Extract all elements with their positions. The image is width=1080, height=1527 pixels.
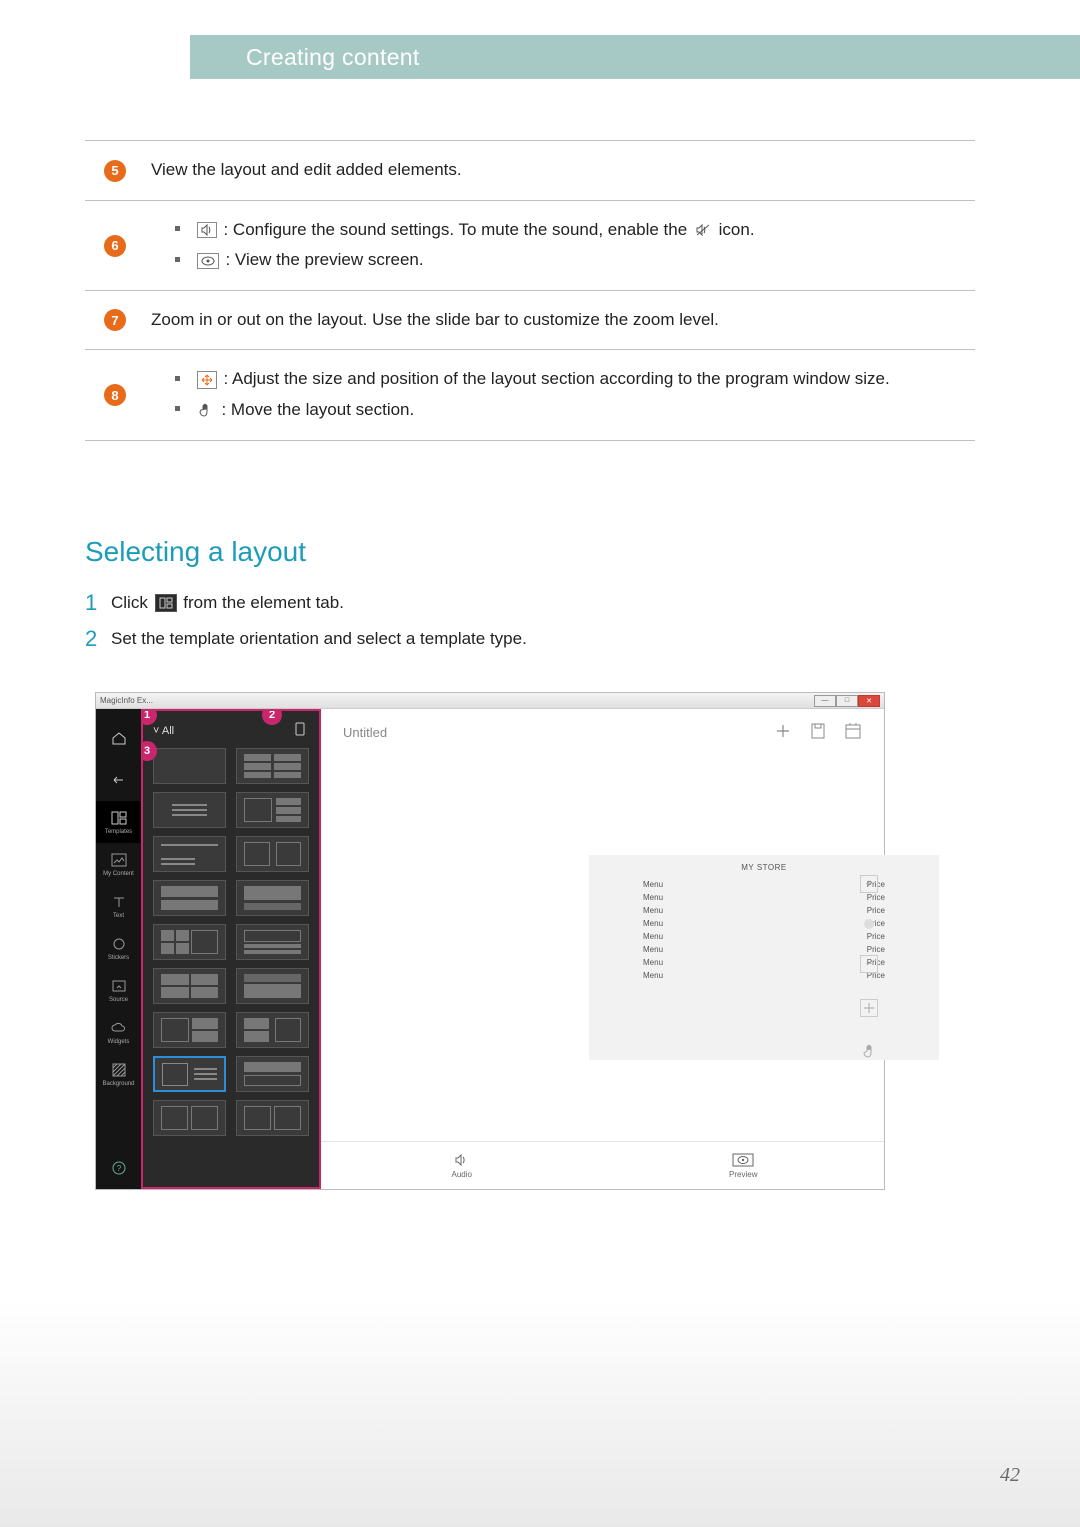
sidebar-mycontent[interactable]: My Content	[96, 843, 141, 885]
window-close-button[interactable]: ✕	[858, 695, 880, 707]
background-icon	[110, 1061, 128, 1079]
template-item[interactable]	[236, 792, 309, 828]
window-max-button[interactable]: □	[836, 695, 858, 707]
pan-button[interactable]	[862, 1043, 876, 1064]
legend-row-5: 5 View the layout and edit added element…	[85, 141, 975, 201]
template-item[interactable]	[236, 748, 309, 784]
templates-panel: 1 2 3 ˅ All	[141, 709, 321, 1189]
sidebar-background[interactable]: Background	[96, 1053, 141, 1095]
cloud-icon	[110, 1019, 128, 1037]
legend-row-8: 8 : Adjust the size and position of the …	[85, 350, 975, 440]
template-item[interactable]	[153, 924, 226, 960]
preview-icon	[197, 253, 219, 269]
sidebar-back[interactable]	[96, 759, 141, 801]
template-item[interactable]	[153, 1100, 226, 1136]
badge-8: 8	[104, 384, 126, 406]
template-item[interactable]	[236, 924, 309, 960]
template-item[interactable]	[236, 880, 309, 916]
sticker-icon	[110, 935, 128, 953]
template-item[interactable]	[153, 792, 226, 828]
zoom-slider-thumb[interactable]	[864, 919, 874, 929]
badge-7: 7	[104, 309, 126, 331]
badge-5: 5	[104, 160, 126, 182]
schedule-button[interactable]	[844, 722, 862, 743]
sidebar-home[interactable]	[96, 717, 141, 759]
element-sidebar: Templates My Content Text Stickers Sourc…	[96, 709, 141, 1189]
template-item[interactable]	[153, 968, 226, 1004]
fit-button[interactable]	[860, 999, 878, 1017]
section-heading: Selecting a layout	[85, 536, 975, 568]
sidebar-templates[interactable]: Templates	[96, 801, 141, 843]
sidebar-stickers[interactable]: Stickers	[96, 927, 141, 969]
template-item[interactable]	[153, 748, 226, 784]
step-1: 1 Click from the element tab.	[85, 590, 975, 616]
sidebar-source[interactable]: Source	[96, 969, 141, 1011]
text-icon	[110, 893, 128, 911]
template-item[interactable]	[236, 1012, 309, 1048]
filter-all[interactable]: ˅ All	[153, 725, 174, 737]
preview-section[interactable]: Preview	[603, 1153, 885, 1179]
templates-grid	[143, 748, 319, 1136]
sidebar-help[interactable]: ?	[96, 1147, 141, 1189]
canvas-area: Untitled MY STORE MenuPrice MenuPrice Me…	[321, 709, 884, 1189]
layout-preview: MY STORE MenuPrice MenuPrice MenuPrice M…	[589, 855, 939, 1060]
legend-row-6: 6 : Configure the sound settings. To mut…	[85, 200, 975, 290]
help-icon: ?	[110, 1159, 128, 1177]
app-screenshot: MagicInfo Ex... — □ ✕ Templates My Conte…	[95, 692, 885, 1190]
sound-icon	[197, 222, 217, 238]
zoom-rail: + −	[860, 875, 878, 1064]
legend-row-7: 7 Zoom in or out on the layout. Use the …	[85, 290, 975, 350]
audio-section[interactable]: Audio	[321, 1153, 603, 1179]
template-item[interactable]	[236, 1100, 309, 1136]
image-icon	[110, 851, 128, 869]
templates-tab-icon	[155, 594, 177, 612]
source-icon	[110, 977, 128, 995]
badge-6: 6	[104, 235, 126, 257]
tab-accent	[190, 35, 218, 79]
zoom-out-button[interactable]: −	[860, 955, 878, 973]
orientation-icon[interactable]	[293, 721, 309, 740]
preview-btn-icon	[732, 1153, 754, 1167]
document-title: Untitled	[343, 725, 387, 740]
legend-7-text: Zoom in or out on the layout. Use the sl…	[145, 290, 975, 350]
hand-icon	[197, 401, 215, 419]
sidebar-text[interactable]: Text	[96, 885, 141, 927]
mute-icon	[694, 222, 712, 238]
home-icon	[110, 729, 128, 747]
template-item[interactable]	[153, 880, 226, 916]
templates-icon	[110, 809, 128, 827]
svg-text:?: ?	[116, 1164, 121, 1173]
back-icon	[110, 771, 128, 789]
window-min-button[interactable]: —	[814, 695, 836, 707]
page-number: 42	[1000, 1464, 1020, 1487]
audio-icon	[453, 1153, 471, 1167]
zoom-in-button[interactable]: +	[860, 875, 878, 893]
legend-5-text: View the layout and edit added elements.	[145, 141, 975, 201]
template-item[interactable]	[236, 968, 309, 1004]
legend-table: 5 View the layout and edit added element…	[85, 140, 975, 441]
page-content: 5 View the layout and edit added element…	[85, 140, 975, 1190]
fit-icon	[197, 371, 217, 389]
chapter-title: Creating content	[246, 44, 420, 71]
template-item[interactable]	[153, 1012, 226, 1048]
chapter-header: Creating content	[218, 35, 1080, 79]
save-button[interactable]	[810, 722, 826, 743]
step-2: 2 Set the template orientation and selec…	[85, 626, 975, 652]
sidebar-widgets[interactable]: Widgets	[96, 1011, 141, 1053]
template-item[interactable]	[236, 836, 309, 872]
add-button[interactable]	[774, 722, 792, 743]
template-item[interactable]	[153, 836, 226, 872]
window-titlebar: MagicInfo Ex... — □ ✕	[96, 693, 884, 709]
window-title: MagicInfo Ex...	[100, 696, 153, 705]
template-item[interactable]	[236, 1056, 309, 1092]
template-item-selected[interactable]	[153, 1056, 226, 1092]
